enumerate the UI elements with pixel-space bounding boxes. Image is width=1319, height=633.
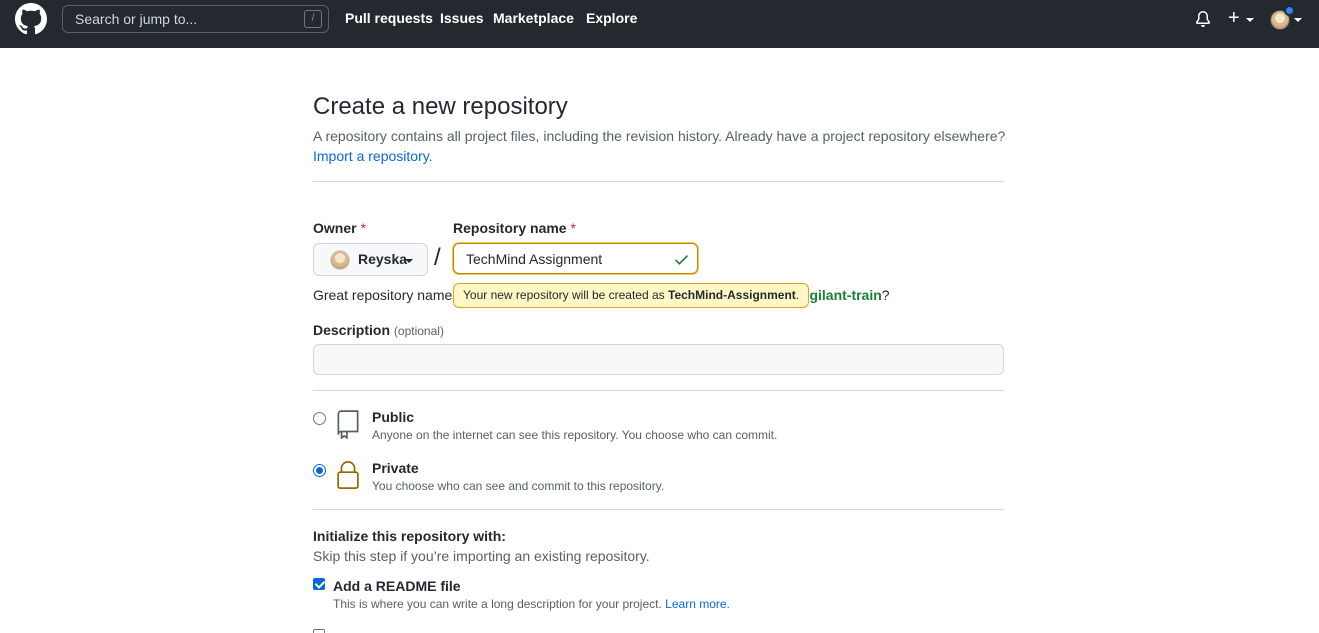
required-mark: * [570,220,576,236]
tooltip-suffix: . [795,288,800,302]
divider [313,390,1004,391]
owner-name: Reyska [358,251,408,267]
lock-icon [337,461,359,489]
owner-select-button[interactable]: Reyska [313,243,428,276]
initialize-title: Initialize this repository with: [313,528,506,544]
private-radio[interactable] [313,464,326,477]
private-option-title: Private [372,460,419,476]
suggested-name[interactable]: vigilant-train [798,287,882,303]
tooltip-repo-name: TechMind-Assignment [668,288,796,302]
page-subtitle-text: A repository contains all project files,… [313,128,1006,144]
notification-dot [1284,5,1295,16]
bell-icon[interactable] [1195,11,1211,27]
search-shortcut-key: / [304,10,322,28]
chevron-down-icon [405,259,413,263]
public-radio[interactable] [313,412,326,425]
nav-issues[interactable]: Issues [440,10,484,26]
search-placeholder: Search or jump to... [75,11,198,27]
github-logo-icon[interactable] [15,3,47,35]
divider [313,181,1004,182]
repo-icon [337,410,359,439]
repo-name-label: Repository name * [453,220,576,236]
nav-marketplace[interactable]: Marketplace [493,10,574,26]
owner-repo-separator: / [434,244,441,271]
readme-desc-text: This is where you can write a long descr… [333,597,662,611]
plus-icon: + [1228,7,1240,29]
import-repository-link[interactable]: Import a repository. [313,148,433,164]
public-option-desc: Anyone on the internet can see this repo… [372,428,778,442]
search-input[interactable]: Search or jump to... / [62,5,329,33]
public-option-title: Public [372,409,415,425]
owner-label-text: Owner [313,220,357,236]
repo-name-hint: Great repository names [313,287,460,303]
nav-pull-requests[interactable]: Pull requests [345,10,433,26]
readme-option-title: Add a README file [333,578,461,594]
page-title: Create a new repository [313,93,568,120]
repo-name-label-text: Repository name [453,220,567,236]
check-icon [675,255,688,265]
nav-explore[interactable]: Explore [586,10,637,26]
description-label-text: Description [313,322,391,338]
top-nav-bar: Search or jump to... / Pull requests Iss… [0,0,1319,48]
description-label: Description (optional) [313,322,444,338]
divider [313,509,1004,510]
optional-tag: (optional) [393,324,444,338]
chevron-down-icon [1246,18,1254,22]
owner-avatar [330,250,350,270]
user-menu[interactable] [1270,5,1306,31]
required-mark: * [360,220,366,236]
repo-name-tooltip: Your new repository will be created as T… [453,283,810,308]
initialize-subtitle: Skip this step if you’re importing an ex… [313,548,650,564]
gitignore-checkbox[interactable] [313,629,325,633]
repository-name-input[interactable] [453,243,698,274]
owner-label: Owner * [313,220,366,236]
readme-checkbox[interactable] [313,578,325,590]
chevron-down-icon [1294,18,1302,22]
page-subtitle: A repository contains all project files,… [313,126,1013,166]
readme-option-desc: This is where you can write a long descr… [333,597,730,611]
description-input[interactable] [313,344,1004,375]
tooltip-prefix: Your new repository will be created as [463,288,665,302]
suggestion-end: ? [881,287,890,303]
create-new-menu[interactable]: + [1228,7,1258,30]
learn-more-link[interactable]: Learn more. [665,597,730,611]
private-option-desc: You choose who can see and commit to thi… [372,479,665,493]
